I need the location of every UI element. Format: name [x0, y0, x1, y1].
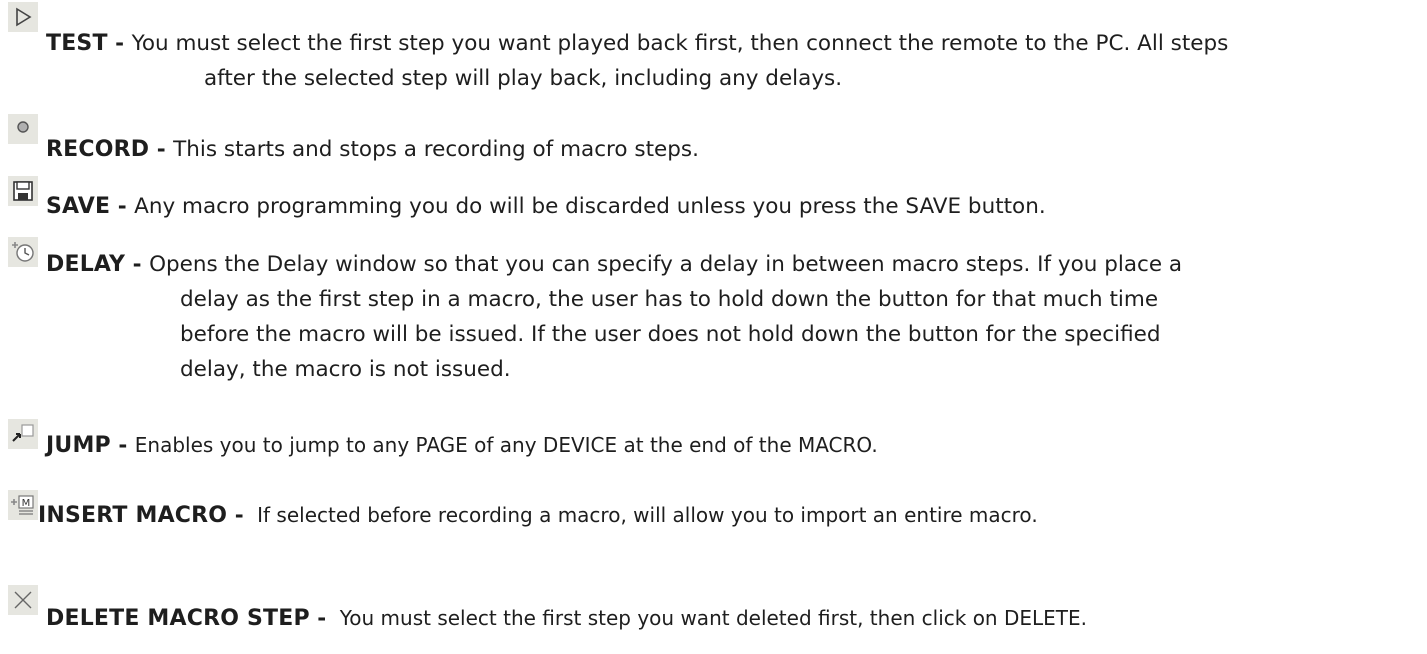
record-description: This starts and stops a recording of mac… [173, 137, 699, 162]
delay-description-line-4: delay, the macro is not issued. [180, 357, 511, 382]
delay-description-line-1: Opens the Delay window so that you can s… [149, 252, 1183, 277]
jump-separator: - [110, 433, 135, 458]
delete-macro-step-entry: DELETE MACRO STEP - You must select the … [46, 601, 1087, 636]
jump-page-icon [8, 419, 38, 449]
play-outline-icon [8, 2, 38, 32]
test-term: TEST [46, 31, 108, 56]
test-description-line-1: You must select the first step you want … [131, 31, 1229, 56]
save-term: SAVE [46, 194, 111, 219]
save-entry: SAVE - Any macro programming you do will… [46, 190, 1046, 224]
save-separator: - [110, 194, 135, 219]
record-term: RECORD [46, 137, 150, 162]
delete-x-icon [8, 585, 38, 615]
delay-separator: - [125, 252, 150, 277]
delete-macro-step-description: You must select the first step you want … [339, 606, 1087, 630]
delete-macro-step-separator: - [309, 606, 334, 631]
delay-description-line-2: delay as the first step in a macro, the … [180, 287, 1159, 312]
jump-entry: JUMP - Enables you to jump to any PAGE o… [46, 428, 878, 463]
record-entry: RECORD - This starts and stops a recordi… [46, 133, 699, 167]
test-description-line-2: after the selected step will play back, … [204, 66, 843, 91]
record-icon [8, 114, 38, 144]
insert-macro-icon: M [8, 490, 38, 520]
jump-term: JUMP [46, 433, 111, 458]
delay-description-line-3: before the macro will be issued. If the … [180, 322, 1161, 347]
insert-macro-description: If selected before recording a macro, wi… [257, 503, 1038, 527]
delay-entry: DELAY - Opens the Delay window so that y… [46, 248, 1182, 282]
save-description: Any macro programming you do will be dis… [134, 194, 1046, 219]
insert-macro-separator: - [227, 503, 252, 528]
test-separator: - [107, 31, 132, 56]
clock-plus-icon [8, 237, 38, 267]
test-entry: TEST - You must select the first step yo… [46, 27, 1228, 61]
insert-macro-entry: INSERT MACRO - If selected before record… [38, 498, 1038, 533]
jump-description: Enables you to jump to any PAGE of any D… [134, 433, 878, 457]
record-separator: - [149, 137, 174, 162]
floppy-disk-icon [8, 176, 38, 206]
insert-macro-term: INSERT MACRO [38, 503, 228, 528]
delete-macro-step-term: DELETE MACRO STEP [46, 606, 310, 631]
svg-text:M: M [22, 498, 31, 509]
delay-term: DELAY [46, 252, 126, 277]
